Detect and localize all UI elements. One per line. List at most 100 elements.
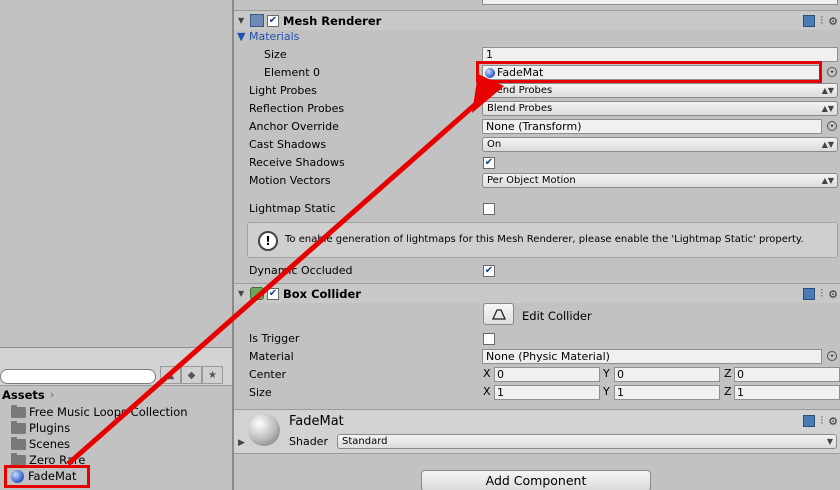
anchor-override-field[interactable]: None (Transform)	[482, 119, 822, 134]
receive-shadows-checkbox[interactable]: ✔	[483, 157, 495, 169]
help-book-icon[interactable]	[803, 415, 816, 427]
material-label: Material	[249, 350, 294, 363]
size-z-field[interactable]: 1	[734, 385, 840, 400]
dropdown-arrow-icon: ▼	[826, 437, 833, 446]
box-collider-icon	[250, 287, 264, 300]
add-component-button[interactable]: Add Component	[421, 470, 651, 490]
gear-icon[interactable]: ⚙	[828, 415, 838, 428]
materials-row[interactable]: ▼ Materials	[234, 28, 840, 46]
folder-icon	[11, 420, 26, 434]
mesh-renderer-enabled-checkbox[interactable]: ✔	[267, 14, 279, 27]
edit-collider-label: Edit Collider	[522, 309, 592, 323]
chevron-right-icon: ›	[50, 388, 55, 401]
dropdown-arrows-icon: ▲▼	[821, 86, 834, 95]
reflection-probes-label: Reflection Probes	[249, 102, 345, 115]
reflection-probes-dropdown[interactable]: Blend Probes ▲▼	[482, 101, 838, 116]
dropdown-value: On	[487, 139, 502, 150]
dropdown-value: Standard	[342, 436, 388, 447]
gear-icon[interactable]: ⚙	[828, 288, 838, 301]
shader-dropdown[interactable]: Standard ▼	[337, 434, 837, 449]
materials-size-field[interactable]: 1	[482, 47, 838, 62]
component-title: Mesh Renderer	[283, 13, 382, 28]
gear-icon[interactable]: ⚙	[828, 15, 838, 28]
size-y-field[interactable]: 1	[614, 385, 720, 400]
material-preview-thumbnail	[248, 414, 280, 446]
is-trigger-row: Is Trigger	[234, 330, 840, 348]
physic-material-field[interactable]: None (Physic Material)	[482, 349, 822, 364]
mesh-renderer-header[interactable]: ▼ ✔ Mesh Renderer ⫶ ⚙	[234, 10, 840, 30]
anchor-override-row: Anchor Override None (Transform) •	[234, 118, 840, 136]
axis-y-label: Y	[603, 367, 610, 380]
light-probes-label: Light Probes	[249, 84, 317, 97]
lightmap-static-row: Lightmap Static	[234, 200, 840, 218]
motion-vectors-dropdown[interactable]: Per Object Motion ▲▼	[482, 173, 838, 188]
assets-title[interactable]: Assets	[2, 388, 45, 402]
receive-shadows-label: Receive Shadows	[249, 156, 345, 169]
anchor-override-label: Anchor Override	[249, 120, 339, 133]
preset-sliders-icon[interactable]: ⫶	[820, 14, 823, 28]
lightmap-static-checkbox[interactable]	[483, 203, 495, 215]
folder-item[interactable]: Free Music Loops Collection	[11, 404, 188, 420]
preset-sliders-icon[interactable]: ⫶	[820, 414, 823, 428]
folder-item[interactable]: Plugins	[11, 420, 70, 436]
size-xyz-row: Size X 1 Y 1 Z 1	[234, 384, 840, 402]
asset-highlight-box	[4, 465, 90, 488]
component-title: Box Collider	[283, 286, 361, 301]
dropdown-arrows-icon: ▲▼	[821, 104, 834, 113]
size-row: Size 1	[234, 46, 840, 64]
folder-icon	[11, 436, 26, 450]
folder-item[interactable]: Scenes	[11, 436, 70, 452]
element0-row: Element 0 FadeMat •	[234, 64, 840, 82]
dynamic-occluded-row: Dynamic Occluded ✔	[234, 262, 840, 280]
element0-label: Element 0	[264, 66, 321, 79]
object-picker-icon[interactable]: •	[827, 67, 837, 77]
info-exclamation-icon: !	[258, 231, 278, 251]
folder-icon	[11, 452, 26, 466]
light-probes-dropdown[interactable]: Blend Probes ▲▼	[482, 83, 838, 98]
collapse-triangle-icon[interactable]: ▼	[238, 289, 248, 298]
help-book-icon[interactable]	[803, 288, 816, 300]
element0-material-field[interactable]: FadeMat	[482, 65, 822, 80]
folder-label: Free Music Loops Collection	[29, 405, 188, 419]
center-x-field[interactable]: 0	[494, 367, 600, 382]
box-collider-enabled-checkbox[interactable]: ✔	[267, 287, 279, 300]
element0-value: FadeMat	[497, 66, 544, 79]
size-label: Size	[249, 386, 272, 399]
collapse-triangle-icon[interactable]: ▼	[238, 16, 248, 25]
expand-triangle-icon[interactable]: ▶	[238, 438, 245, 448]
object-picker-icon[interactable]: •	[827, 121, 837, 131]
folder-label: Plugins	[29, 421, 71, 435]
collider-material-row: Material None (Physic Material) •	[234, 348, 840, 366]
is-trigger-label: Is Trigger	[249, 332, 300, 345]
axis-y-label: Y	[603, 385, 610, 398]
mesh-field[interactable]	[482, 0, 838, 5]
size-x-field[interactable]: 1	[494, 385, 600, 400]
is-trigger-checkbox[interactable]	[483, 333, 495, 345]
materials-foldout[interactable]: ▼ Materials	[237, 30, 299, 43]
center-row: Center X 0 Y 0 Z 0	[234, 366, 840, 384]
center-y-field[interactable]: 0	[614, 367, 720, 382]
filter-label-icon[interactable]: ◆	[181, 366, 202, 384]
dropdown-value: Blend Probes	[487, 85, 553, 96]
dynamic-occluded-checkbox[interactable]: ✔	[483, 265, 495, 277]
motion-vectors-label: Motion Vectors	[249, 174, 331, 187]
folder-label: Scenes	[29, 437, 71, 451]
light-probes-row: Light Probes Blend Probes ▲▼	[234, 82, 840, 100]
materials-label: Materials	[248, 30, 300, 43]
cast-shadows-dropdown[interactable]: On ▲▼	[482, 137, 838, 152]
search-input[interactable]	[0, 369, 156, 384]
edit-collider-button[interactable]	[483, 303, 514, 325]
object-picker-icon[interactable]: •	[827, 351, 837, 361]
material-name: FadeMat	[289, 414, 344, 429]
dropdown-value: Per Object Motion	[487, 175, 576, 186]
center-z-field[interactable]: 0	[734, 367, 840, 382]
help-book-icon[interactable]	[803, 15, 816, 27]
box-collider-header[interactable]: ▼ ✔ Box Collider ⫶ ⚙	[234, 283, 840, 303]
axis-x-label: X	[483, 367, 491, 380]
filter-type-icon[interactable]: ▲	[160, 366, 181, 384]
size-label: Size	[264, 48, 287, 61]
center-label: Center	[249, 368, 287, 381]
preset-sliders-icon[interactable]: ⫶	[820, 287, 823, 301]
star-favorite-icon[interactable]: ★	[202, 366, 223, 384]
mesh-filter-row	[234, 0, 840, 7]
